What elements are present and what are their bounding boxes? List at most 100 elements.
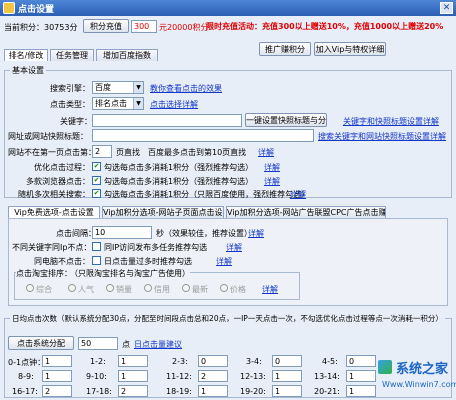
- slot-label: 11-12:: [166, 372, 192, 381]
- slot-label: 0-1点钟：: [8, 358, 46, 367]
- keyword-help-link[interactable]: 关键字和快照标题设置详解: [343, 116, 439, 127]
- slot-input[interactable]: 0: [346, 355, 376, 367]
- sort-radio-3[interactable]: [144, 284, 152, 292]
- tab-vip-cpc[interactable]: Vip加积分选项-网站广告联盟CPC广告点击赚钱: [226, 206, 386, 218]
- ip-checkbox[interactable]: [92, 242, 101, 251]
- same-computer-help-link[interactable]: 详解: [216, 256, 232, 267]
- auto-assign-suffix: 点: [122, 340, 130, 349]
- auto-assign-button[interactable]: 点击系统分配: [8, 336, 74, 350]
- tab-ranking[interactable]: 排名/修改: [4, 49, 48, 61]
- sort-option-3: 信用: [154, 285, 170, 294]
- same-computer-checkbox[interactable]: [92, 256, 101, 265]
- dwell-help-link[interactable]: 详解: [248, 228, 264, 239]
- dwell-label: 点击间隔：: [56, 229, 96, 238]
- promo-text: 限时充值活动：充值300以上赠送10%，充值1000以上赠送20%: [206, 22, 444, 31]
- slot-input[interactable]: 1: [42, 370, 72, 382]
- multi-browser-help-link[interactable]: 详解: [264, 176, 280, 187]
- optimize-text: 勾选每点击多消耗1积分（强烈推荐勾选）: [104, 163, 254, 172]
- slot-input[interactable]: 1: [272, 370, 302, 382]
- sort-option-4: 最新: [192, 285, 208, 294]
- window-title: 点击设置: [18, 5, 55, 15]
- recharge-unit: 元20000积分: [159, 23, 209, 32]
- dwell-suffix: 秒（效果较佳，推荐设置）: [156, 229, 252, 238]
- sort-help-link[interactable]: 详解: [262, 284, 278, 295]
- slot-label: 2-3:: [172, 357, 188, 366]
- same-computer-text: 日点击量过多时推荐勾选: [104, 257, 192, 266]
- slot-input[interactable]: 1: [346, 370, 376, 382]
- slot-input[interactable]: 1: [118, 370, 148, 382]
- slot-label: 1-2:: [90, 357, 106, 366]
- slot-input[interactable]: 1: [346, 385, 376, 397]
- slot-label: 12-13:: [240, 372, 266, 381]
- ip-text: 同IP访问发布多任务推荐勾选: [104, 243, 208, 252]
- points-label: 当前积分：30753分: [4, 23, 78, 32]
- keyword-input[interactable]: [92, 114, 242, 127]
- sort-option-5: 价格: [230, 285, 246, 294]
- one-click-setup-button[interactable]: 一键设置快照标题与分页: [245, 113, 327, 127]
- pages-help-link[interactable]: 详解: [258, 147, 274, 158]
- tab-vip-subpage[interactable]: Vip加积分选项-网站子页面点击设置: [102, 206, 224, 218]
- engine-help-link[interactable]: 教你查看点击的效果: [150, 83, 222, 94]
- slot-label: 17-18:: [86, 387, 112, 396]
- click-type-select[interactable]: 排名点击 ▼: [92, 97, 144, 110]
- optimize-help-link[interactable]: 详解: [264, 162, 280, 173]
- title-label: 网址或网站快照标题：: [8, 132, 88, 141]
- same-computer-label: 同电脑不点击：: [34, 257, 90, 266]
- pages-input[interactable]: 2: [92, 145, 112, 158]
- watermark: 系统之家 Www.Winwin7.com: [378, 356, 456, 396]
- multi-browser-text: 勾选每点击多消耗1积分（强烈推荐勾选）: [104, 177, 254, 186]
- watermark-site: 系统之家: [396, 362, 449, 377]
- random-search-checkbox[interactable]: ✔: [92, 189, 101, 198]
- slot-input[interactable]: 0: [272, 355, 302, 367]
- recharge-amount-input[interactable]: 300: [131, 20, 157, 33]
- title-help-link[interactable]: 搜索关键字和网站快照标题设置详解: [318, 131, 446, 142]
- tab-baidu-index[interactable]: 增加百度指数: [96, 49, 158, 61]
- sort-option-0: 综合: [36, 285, 52, 294]
- slot-input[interactable]: 0: [198, 355, 228, 367]
- ip-help-link[interactable]: 详解: [226, 242, 242, 253]
- chevron-down-icon: ▼: [133, 98, 143, 109]
- slot-input[interactable]: 1: [198, 385, 228, 397]
- tab-tasks[interactable]: 任务管理: [50, 49, 94, 61]
- slot-input[interactable]: 2: [42, 385, 72, 397]
- dwell-input[interactable]: 10: [92, 226, 152, 239]
- slot-input[interactable]: 2: [118, 385, 148, 397]
- slot-label: 8-9:: [18, 372, 34, 381]
- watermark-url: Www.Winwin7.com: [382, 380, 456, 389]
- taobao-sort-note: （只限淘宝排名与淘宝广告使用）: [70, 268, 190, 279]
- slot-label: 18-19:: [166, 387, 192, 396]
- slot-input[interactable]: 1: [118, 355, 148, 367]
- auto-assign-input[interactable]: 50: [78, 337, 118, 350]
- slot-input[interactable]: 1: [42, 355, 72, 367]
- slot-label: 3-4:: [246, 357, 262, 366]
- windows-logo-icon: [378, 360, 392, 374]
- chevron-down-icon: ▼: [133, 82, 143, 93]
- title-input[interactable]: [92, 129, 314, 142]
- daily-suggest-link[interactable]: 日点击量建议: [134, 339, 182, 350]
- sort-radio-4[interactable]: [182, 284, 190, 292]
- slot-label: 19-20:: [240, 387, 266, 396]
- sort-radio-0[interactable]: [26, 284, 34, 292]
- optimize-checkbox[interactable]: ✔: [92, 162, 101, 171]
- random-search-help-link[interactable]: 详解: [290, 189, 306, 200]
- multi-browser-checkbox[interactable]: ✔: [92, 176, 101, 185]
- sort-radio-1[interactable]: [68, 284, 76, 292]
- engine-select[interactable]: 百度 ▼: [92, 81, 144, 94]
- click-type-help-link[interactable]: 点击选择详解: [150, 99, 198, 110]
- sort-radio-5[interactable]: [220, 284, 228, 292]
- slot-input[interactable]: 2: [198, 370, 228, 382]
- close-icon[interactable]: ✕: [440, 2, 453, 14]
- tab-vip-free[interactable]: Vip免费选项-点击设置: [8, 206, 100, 218]
- promote-button[interactable]: 推广赚积分: [259, 42, 311, 56]
- random-search-label: 随机多次相关搜索：: [18, 190, 90, 199]
- recharge-button[interactable]: 积分充值: [83, 19, 129, 33]
- app-icon: [3, 2, 15, 14]
- sort-option-2: 销量: [116, 285, 132, 294]
- sort-radio-2[interactable]: [106, 284, 114, 292]
- slot-input[interactable]: 1: [272, 385, 302, 397]
- add-vip-button[interactable]: 加入Vip与特权详细: [314, 42, 386, 56]
- click-type-label: 点击类型：: [50, 100, 90, 109]
- random-search-text: 勾选每点击多消耗1积分（只限百度使用，强烈推荐勾选）: [104, 190, 310, 199]
- optimize-label: 优化点击过程：: [34, 163, 90, 172]
- keyword-label: 关键字：: [60, 117, 92, 126]
